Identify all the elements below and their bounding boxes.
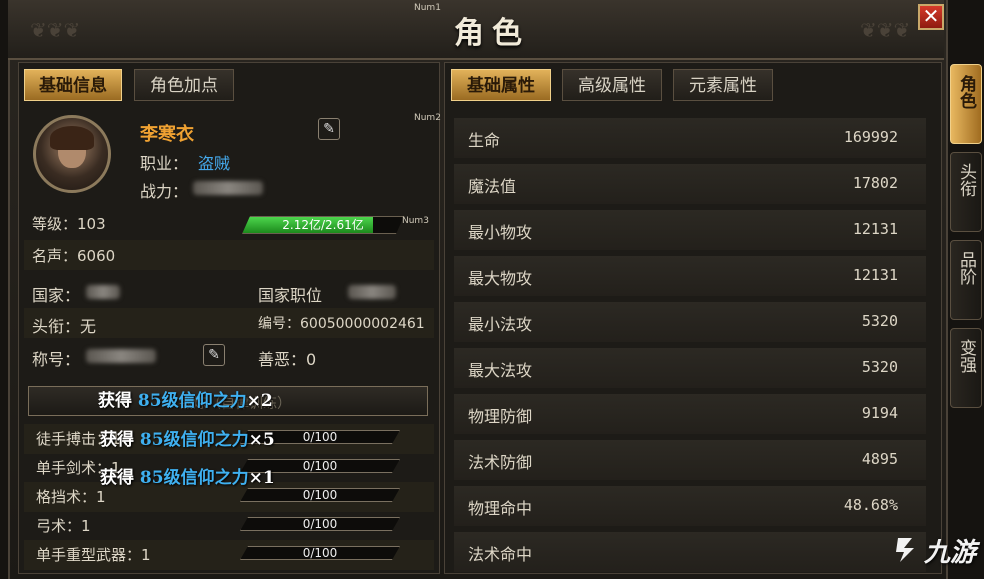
num-label-name: Num2 bbox=[414, 113, 441, 123]
power-label: 战力： bbox=[140, 182, 189, 201]
nation-label: 国家： bbox=[32, 286, 81, 305]
gain-prefix: 获得 bbox=[98, 391, 138, 411]
stat-label: 最小物攻 bbox=[468, 223, 533, 242]
side-tab-label: 角色 bbox=[956, 75, 976, 109]
stat-row: 物理防御 9194 bbox=[454, 394, 926, 434]
job-value: 盗贼 bbox=[198, 154, 231, 173]
side-tab-character[interactable]: 角色 bbox=[950, 64, 982, 144]
gain-item: 85级信仰之力 bbox=[139, 468, 249, 488]
gain-suffix: ×2 bbox=[246, 391, 273, 411]
job-label: 职业： bbox=[140, 154, 189, 173]
watermark-logo-icon bbox=[896, 538, 914, 562]
level-label: 等级：103 bbox=[32, 215, 106, 233]
gain-notification: 获得 85级信仰之力×1 bbox=[100, 463, 275, 488]
gain-prefix: 获得 bbox=[100, 430, 140, 450]
alias-value-blurred bbox=[86, 349, 156, 363]
skill-progress-bar: 0/100 bbox=[240, 517, 400, 531]
stat-label: 物理防御 bbox=[468, 407, 533, 426]
nation-post-value-blurred bbox=[348, 285, 396, 299]
exp-bar-text: 2.12亿/2.61亿 bbox=[282, 218, 364, 232]
side-tab-rank[interactable]: 品阶 bbox=[950, 240, 982, 320]
side-tab-titles[interactable]: 头衔 bbox=[950, 152, 982, 232]
stat-value: 17802 bbox=[852, 174, 898, 192]
stat-label: 法术命中 bbox=[468, 545, 533, 564]
avatar-hair bbox=[50, 126, 94, 150]
stat-label: 最大法攻 bbox=[468, 361, 533, 380]
gain-item: 85级信仰之力 bbox=[139, 430, 249, 450]
edit-alias-icon[interactable]: ✎ bbox=[203, 344, 225, 366]
skill-name: 单手重型武器：1 bbox=[36, 546, 151, 564]
stat-label: 魔法值 bbox=[468, 177, 517, 196]
side-tab-label: 头衔 bbox=[956, 163, 976, 197]
tab-basic-info[interactable]: 基础信息 bbox=[24, 69, 122, 101]
title-label: 头衔：无 bbox=[32, 317, 97, 336]
watermark-text: 九游 bbox=[924, 538, 977, 568]
gain-suffix: ×5 bbox=[248, 430, 275, 450]
fame-label: 名声：6060 bbox=[32, 247, 116, 265]
gain-item: 85级信仰之力 bbox=[137, 391, 247, 411]
close-button[interactable]: ✕ bbox=[918, 4, 944, 30]
stat-value: 5320 bbox=[861, 358, 898, 376]
stat-row: 最小法攻 5320 bbox=[454, 302, 926, 342]
num-label-exp: Num3 bbox=[402, 216, 429, 226]
stat-row: 最小物攻 12131 bbox=[454, 210, 926, 250]
side-tab-label: 变强 bbox=[956, 339, 976, 373]
close-icon: ✕ bbox=[922, 4, 940, 28]
skill-name: 弓术：1 bbox=[36, 517, 91, 535]
stat-value: 4895 bbox=[861, 450, 898, 468]
stat-label: 最小法攻 bbox=[468, 315, 533, 334]
skill-progress-bar: 0/100 bbox=[240, 488, 400, 502]
power-value-blurred bbox=[193, 181, 263, 195]
stat-row: 法术防御 4895 bbox=[454, 440, 926, 480]
nation-value-blurred bbox=[86, 285, 120, 299]
stat-value: 5320 bbox=[861, 312, 898, 330]
character-name: 李寒衣 bbox=[140, 124, 194, 145]
stat-label: 物理命中 bbox=[468, 499, 533, 518]
side-tab-label: 品阶 bbox=[956, 251, 976, 285]
stat-value: 169992 bbox=[843, 128, 898, 146]
nation-post-label: 国家职位 bbox=[258, 286, 323, 305]
side-tab-strengthen[interactable]: 变强 bbox=[950, 328, 982, 408]
stat-row: 法术命中 bbox=[454, 532, 926, 572]
avatar[interactable] bbox=[33, 115, 111, 193]
stat-row: 生命 169992 bbox=[454, 118, 926, 158]
stat-value: 12131 bbox=[852, 220, 898, 238]
num-label-top: Num1 bbox=[414, 3, 441, 13]
stat-row: 魔法值 17802 bbox=[454, 164, 926, 204]
gain-suffix: ×1 bbox=[248, 468, 275, 488]
gain-notification: 获得 85级信仰之力×2 bbox=[98, 386, 273, 411]
stat-value: 48.68% bbox=[843, 496, 898, 514]
gain-prefix: 获得 bbox=[100, 468, 140, 488]
gain-notification: 获得 85级信仰之力×5 bbox=[100, 425, 275, 450]
karma-label: 善恶：0 bbox=[258, 350, 317, 369]
stat-label: 生命 bbox=[468, 131, 501, 150]
tab-advanced-attributes[interactable]: 高级属性 bbox=[562, 69, 662, 101]
stat-value: 9194 bbox=[861, 404, 898, 422]
stat-row: 物理命中 48.68% bbox=[454, 486, 926, 526]
alias-label: 称号： bbox=[32, 350, 81, 369]
tab-basic-attributes[interactable]: 基础属性 bbox=[451, 69, 551, 101]
stat-label: 最大物攻 bbox=[468, 269, 533, 288]
window-title: 角色 bbox=[454, 16, 530, 51]
edit-name-icon[interactable]: ✎ bbox=[318, 118, 340, 140]
skill-name: 格挡术：1 bbox=[36, 488, 106, 506]
stat-value: 12131 bbox=[852, 266, 898, 284]
tab-attribute-points[interactable]: 角色加点 bbox=[134, 69, 234, 101]
stat-row: 最大物攻 12131 bbox=[454, 256, 926, 296]
exp-bar: 2.12亿/2.61亿 bbox=[242, 216, 404, 234]
stat-label: 法术防御 bbox=[468, 453, 533, 472]
id-label: 编号：60050000002461 bbox=[258, 316, 425, 332]
stat-row: 最大法攻 5320 bbox=[454, 348, 926, 388]
skill-progress-bar: 0/100 bbox=[240, 546, 400, 560]
tab-element-attributes[interactable]: 元素属性 bbox=[673, 69, 773, 101]
